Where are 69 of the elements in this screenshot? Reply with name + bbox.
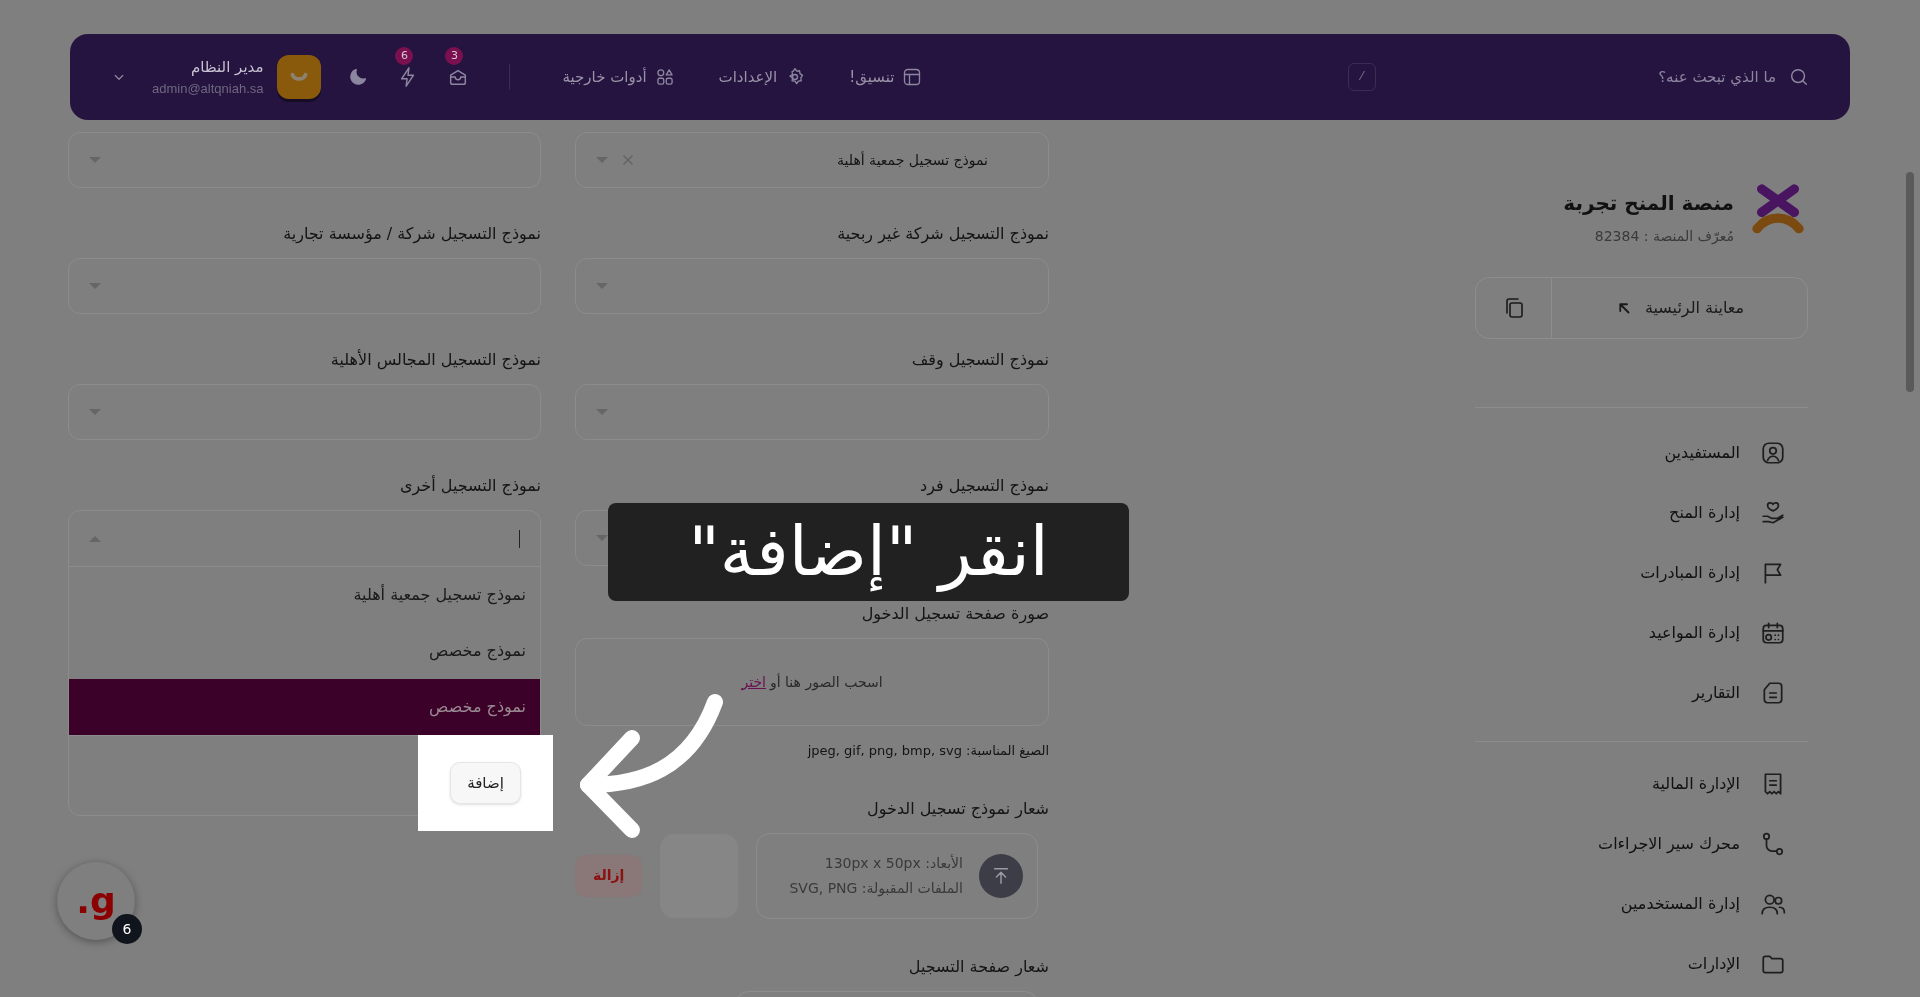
caret-down-icon [596, 283, 608, 289]
caret-down-icon [89, 409, 101, 415]
dropdown-option[interactable]: نموذج مخصص [69, 623, 540, 679]
caret-down-icon [596, 535, 608, 541]
sidebar-item[interactable]: الإدارات [1475, 934, 1808, 994]
document-icon [1760, 680, 1786, 706]
select-field[interactable] [575, 384, 1049, 440]
calendar-icon [1760, 620, 1786, 646]
sidebar-item[interactable]: محرك سير الاجراءات [1475, 814, 1808, 874]
field-label: نموذج التسجيل المجالس الأهلية [329, 348, 541, 372]
field-label: نموذج التسجيل أخرى [399, 474, 541, 498]
user-name: مدير النظام [190, 57, 264, 78]
choose-link[interactable]: اختر [741, 671, 766, 693]
select-field[interactable] [68, 132, 541, 188]
dimensions-text: الأبعاد: 130px x 50px [823, 853, 963, 873]
dropdown-option[interactable]: نموذج تسجيل جمعية أهلية [69, 567, 540, 623]
field-label: نموذج التسجيل شركة / مؤسسة تجارية [282, 223, 541, 246]
select-value: نموذج تسجيل جمعية أهلية [837, 150, 989, 171]
sidebar-item[interactable]: التقارير [1475, 663, 1808, 723]
apps-grid-icon [654, 67, 675, 87]
add-button[interactable]: إضافة [450, 762, 521, 804]
accepted-files-text: الملفات المقبولة: SVG, PNG [789, 878, 963, 899]
select-field[interactable] [575, 258, 1049, 314]
count-badge: 3 [445, 47, 464, 65]
platform-id: مُعرّف المنصة : 82384 [1593, 227, 1734, 246]
caret-down-icon [596, 157, 608, 163]
hand-heart-icon [1760, 500, 1786, 526]
caret-down-icon [596, 409, 608, 415]
platform-title: منصة المنح تجربة [1563, 190, 1734, 217]
search-field[interactable]: ما الذي تبحث عنه؟ [1616, 65, 1810, 89]
sidebar-item[interactable]: الإدارة المالية [1475, 754, 1808, 814]
formats-hint: الصيغ المناسبة: jpeg, gif, png, bmp, svg [806, 742, 1049, 760]
dropdown-option[interactable]: نموذج مخصص [69, 679, 540, 735]
sidebar-item[interactable]: إدارة المبادرات [1475, 543, 1808, 603]
select-field[interactable] [68, 384, 541, 440]
user-email: admin@altqniah.sa [152, 79, 264, 98]
layout-icon [902, 67, 923, 87]
sidebar-item[interactable]: المستفيدين [1475, 423, 1808, 483]
clear-icon [620, 152, 636, 168]
sidebar-item[interactable]: إدارة المنح [1475, 483, 1808, 543]
scrollbar-thumb[interactable] [1906, 172, 1914, 392]
field-label: شعار نموذج تسجيل الدخول [866, 797, 1049, 821]
search-icon [1788, 66, 1810, 88]
text-cursor [519, 529, 520, 548]
sidebar-item[interactable]: إدارة المواعيد [1475, 603, 1808, 663]
field-label: صورة صفحة تسجيل الدخول [860, 603, 1049, 626]
drop-zone[interactable]: اسحب الصور هنا أو اختر [575, 638, 1049, 726]
nav-link[interactable]: أدوات خارجية [562, 65, 675, 89]
workflow-icon [1760, 831, 1786, 857]
sidebar-item[interactable]: إدارة المستخدمين [1475, 874, 1808, 934]
field-label: نموذج التسجيل وقف [910, 349, 1049, 372]
shortcut-key: / [1348, 63, 1376, 91]
field-label: نموذج التسجيل فرد [919, 475, 1049, 498]
nav-link[interactable]: تنسيق! [849, 65, 923, 89]
select-field[interactable] [68, 258, 541, 314]
user-card-icon [1760, 440, 1786, 466]
field-label: شعار صفحة التسجيل [907, 955, 1049, 979]
caret-down-icon [89, 157, 101, 163]
nav-link[interactable]: الإعدادات [718, 65, 806, 89]
dropzone-prompt: اسحب الصور هنا أو [769, 672, 883, 693]
select-field[interactable]: نموذج تسجيل جمعية أهلية [575, 132, 1049, 188]
preview-home-button[interactable]: معاينة الرئيسية [1552, 278, 1807, 338]
count-badge: 6 [112, 914, 142, 944]
upload-button[interactable] [979, 853, 1023, 898]
field-label: نموذج التسجيل شركة غير ربحية [836, 223, 1049, 246]
instruction-tooltip: انقر "إضافة" [608, 503, 1129, 601]
caret-up-icon [89, 535, 101, 542]
caret-down-icon [89, 283, 101, 289]
count-badge: 6 [395, 47, 414, 65]
